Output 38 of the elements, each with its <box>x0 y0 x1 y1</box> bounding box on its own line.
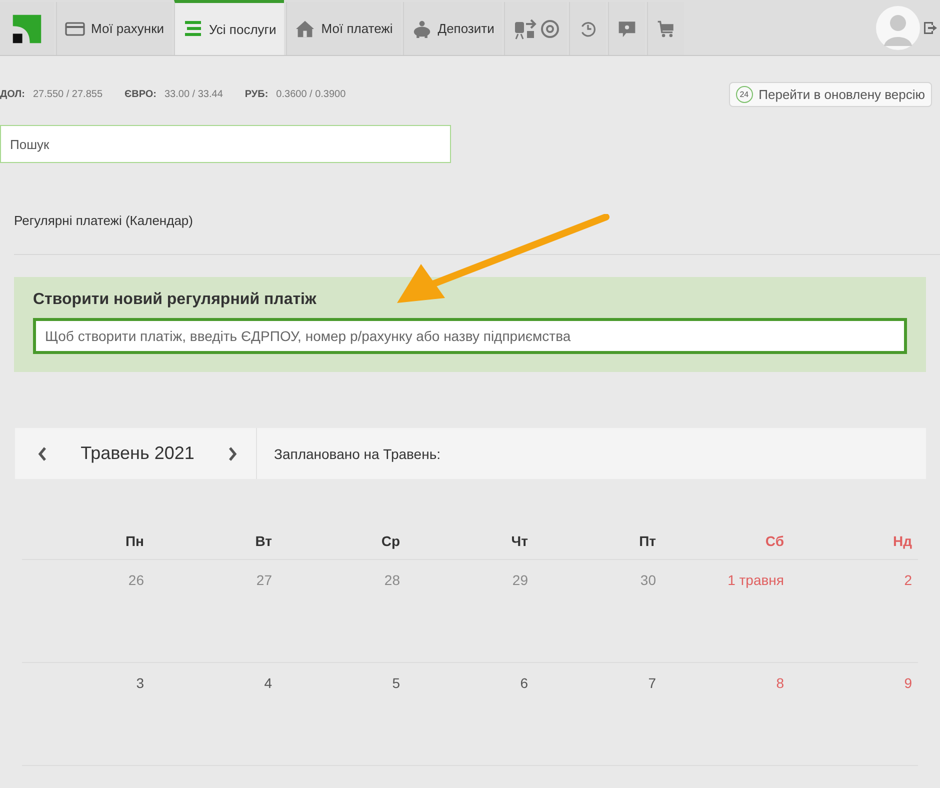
weekday-label: Нд <box>892 533 913 549</box>
help-icon <box>617 20 638 38</box>
weekday-label: Вт <box>254 533 273 549</box>
nav-tab[interactable]: Усі послуги <box>174 0 284 55</box>
planned-label: Заплановано на Травень: <box>274 446 440 462</box>
badge-icon: 24 <box>736 86 753 102</box>
currency-label: ЄВРО: <box>124 88 156 100</box>
day-number[interactable]: 6 <box>406 675 534 691</box>
new-version-button[interactable]: 24 Перейти в оновлену версію <box>728 82 932 106</box>
rate-value: 0.3600 / 0.3900 <box>276 88 346 100</box>
next-month-icon[interactable] <box>228 446 238 462</box>
previous-month-icon[interactable] <box>37 446 47 462</box>
weekday-label: Пн <box>124 533 145 549</box>
day-number[interactable]: 5 <box>278 675 406 691</box>
rate-value: 33.00 / 33.44 <box>164 88 223 100</box>
house-icon <box>295 20 316 38</box>
rate-value: 27.550 / 27.855 <box>33 88 103 100</box>
card-icon <box>65 20 85 38</box>
weekday-label: Сб <box>764 533 785 549</box>
currency-label: РУБ: <box>244 88 268 100</box>
logout-icon[interactable] <box>922 20 938 36</box>
day-number[interactable]: 4 <box>150 675 278 691</box>
piggy-bank-icon <box>412 20 432 38</box>
travel-icon <box>513 18 560 40</box>
weekday-label: Чт <box>510 533 529 549</box>
company-search-field[interactable]: Щоб створити платіж, введіть ЄДРПОУ, номер р/рахунку або назву підприємства <box>33 318 907 354</box>
logo-icon <box>11 12 43 44</box>
menu-icon <box>183 20 204 38</box>
day-number[interactable]: 3 <box>22 675 150 691</box>
panel-title: Створити новий регулярний платіж <box>33 291 318 309</box>
search-field[interactable]: Пошук <box>0 125 451 163</box>
currency-label: ДОЛ: <box>0 88 25 100</box>
day-number[interactable]: 7 <box>534 675 662 691</box>
weekday-label: Ср <box>380 533 401 549</box>
month-label: Травень 2021 <box>80 443 194 464</box>
cart-icon <box>656 20 676 38</box>
weekday-label: Пт <box>638 533 657 549</box>
page-title: Регулярні платежі (Календар) <box>14 213 940 255</box>
